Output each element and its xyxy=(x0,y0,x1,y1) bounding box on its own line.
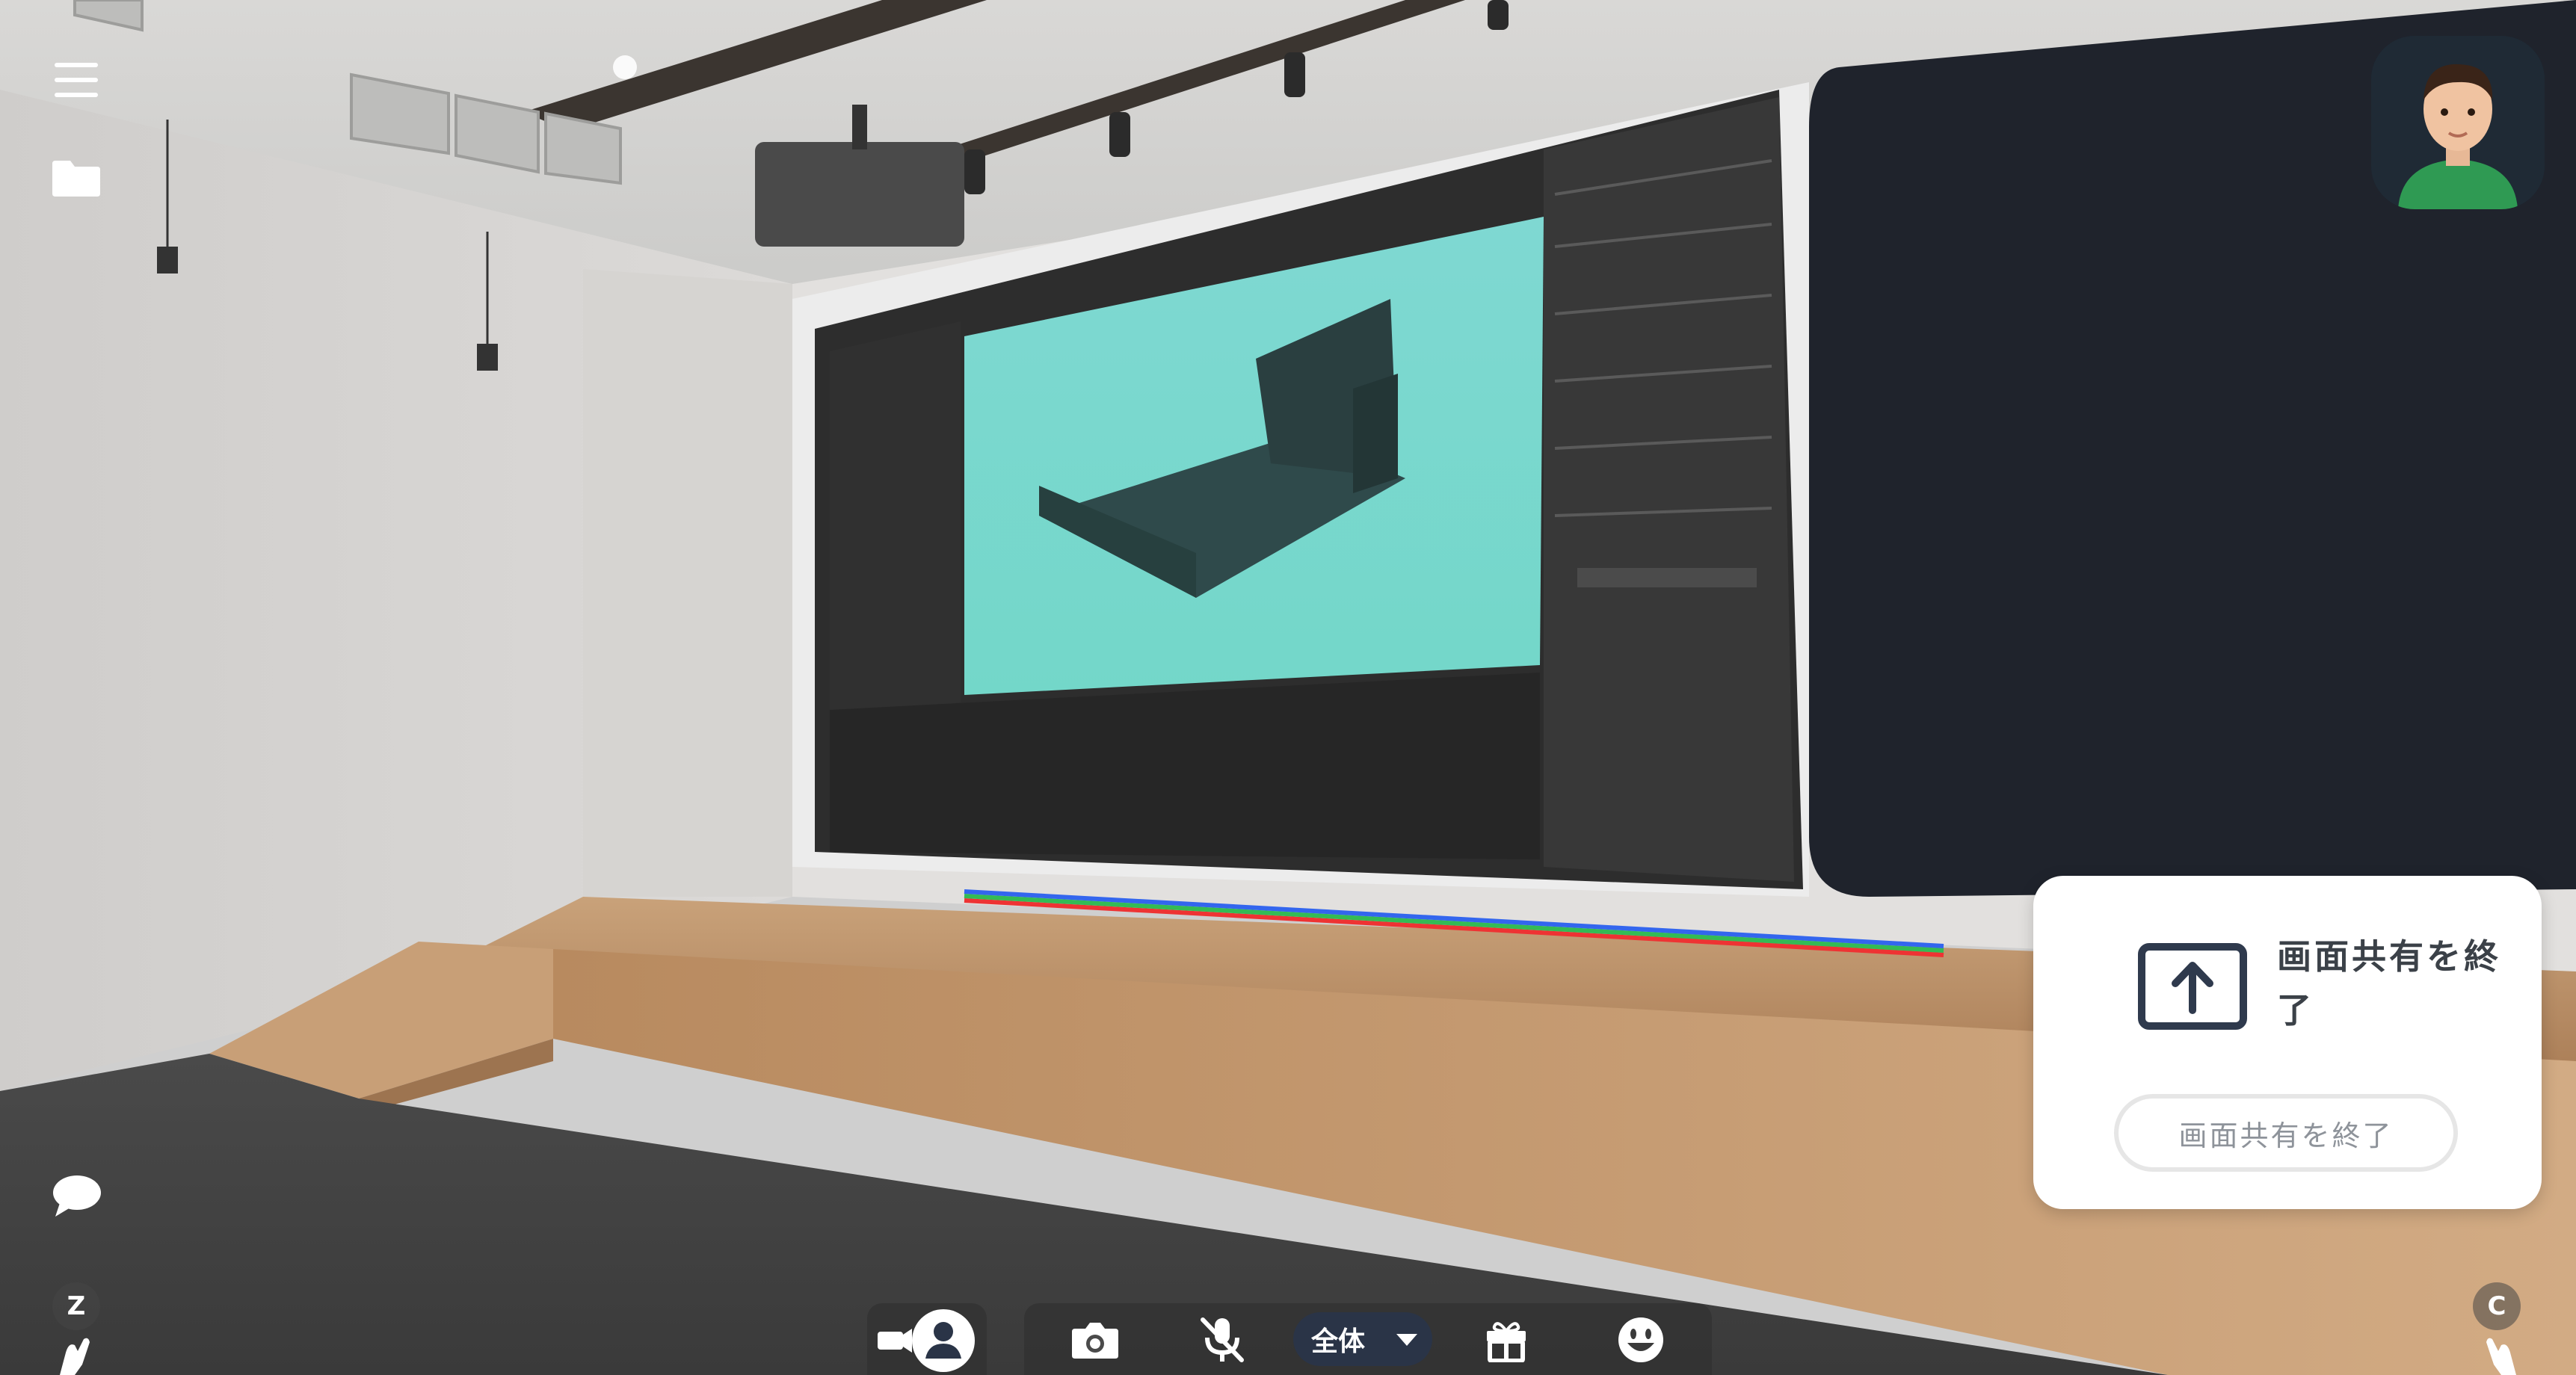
upload-arrow-screen-icon xyxy=(2138,943,2247,1030)
menu-button[interactable] xyxy=(49,58,103,102)
camera-toggle-button[interactable] xyxy=(875,1305,979,1375)
user-avatar-button[interactable] xyxy=(2371,36,2545,209)
right-hand-icon xyxy=(2486,1338,2516,1375)
chat-button[interactable] xyxy=(48,1170,106,1223)
key-hint-c: C xyxy=(2473,1282,2521,1330)
speech-bubble-icon xyxy=(53,1175,101,1217)
avatar xyxy=(2371,36,2545,209)
hamburger-menu-icon xyxy=(55,63,98,97)
bottom-toolbar: 全体 xyxy=(867,1297,1712,1375)
chevron-down-icon xyxy=(1396,1334,1417,1346)
gift-icon xyxy=(1487,1322,1526,1362)
screenshot-button[interactable] xyxy=(1061,1314,1129,1366)
screen-share-panel: 画面共有を終了 画面共有を終了 xyxy=(2033,876,2542,1209)
metaverse-room-view: Z C 画面共有を終了 画面共有を終了 全体 xyxy=(0,0,2576,1375)
microphone-muted-icon xyxy=(1201,1317,1244,1362)
share-panel-title: 画面共有を終了 xyxy=(2277,936,2501,1031)
left-hand-icon xyxy=(60,1338,90,1375)
share-icon-wrapper xyxy=(2138,943,2247,1030)
microphone-button[interactable] xyxy=(1189,1312,1256,1368)
folder-icon xyxy=(52,161,100,197)
emote-button[interactable] xyxy=(1607,1312,1674,1368)
smiley-icon xyxy=(1618,1317,1663,1362)
gift-button[interactable] xyxy=(1473,1312,1540,1368)
camera-person-toggle-icon xyxy=(878,1309,975,1372)
key-hint-z: Z xyxy=(52,1282,100,1330)
audience-scope-select[interactable]: 全体 xyxy=(1293,1312,1432,1366)
camera-icon xyxy=(1072,1323,1118,1359)
folder-button[interactable] xyxy=(48,153,105,201)
scope-label: 全体 xyxy=(1311,1326,1366,1357)
end-screen-share-button[interactable]: 画面共有を終了 xyxy=(2114,1094,2458,1172)
